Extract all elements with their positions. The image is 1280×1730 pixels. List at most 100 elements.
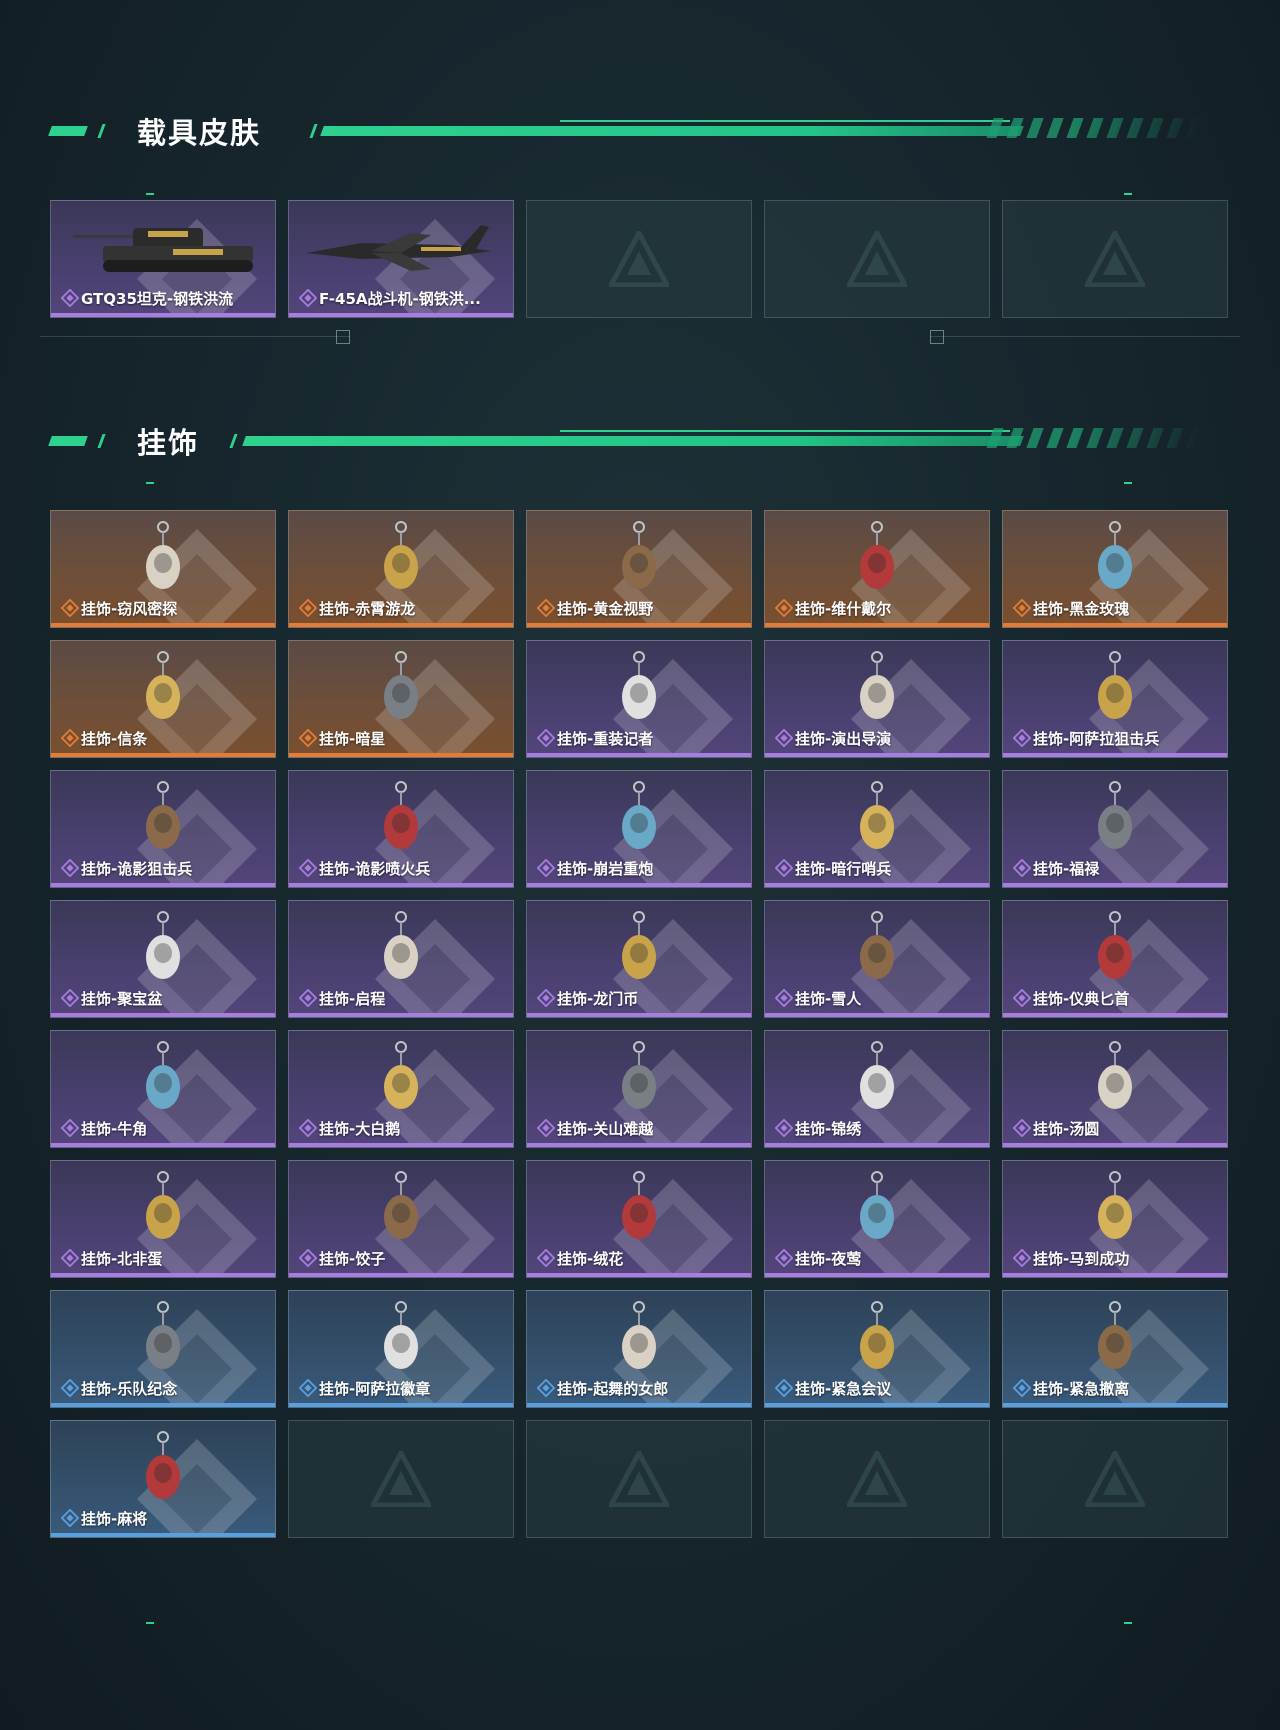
rarity-diamond-icon [1013, 1379, 1031, 1397]
rarity-diamond-icon [61, 599, 79, 617]
charm-image [622, 521, 656, 589]
item-name: 挂饰-阿萨拉徽章 [319, 1380, 431, 1398]
charm-image [1098, 781, 1132, 849]
rarity-bar [289, 883, 513, 887]
header-checker-pattern [986, 428, 1204, 448]
charm-image [146, 651, 180, 719]
charm-card[interactable]: 挂饰-维什戴尔 [764, 510, 990, 628]
page: { "sections": { "vehicle_skins": { "titl… [0, 0, 1280, 1730]
rarity-diamond-icon [1013, 599, 1031, 617]
charm-card[interactable]: 挂饰-暗行哨兵 [764, 770, 990, 888]
item-name: 挂饰-关山难越 [557, 1120, 654, 1138]
rarity-bar [289, 1013, 513, 1017]
vehicle-skin-card[interactable]: F-45A战斗机-钢铁洪... [288, 200, 514, 318]
charm-card[interactable]: 挂饰-启程 [288, 900, 514, 1018]
charm-card[interactable]: 挂饰-马到成功 [1002, 1160, 1228, 1278]
header-accent [48, 436, 88, 446]
charm-card[interactable]: 挂饰-黑金玫瑰 [1002, 510, 1228, 628]
rarity-diamond-icon [299, 859, 317, 877]
charm-card[interactable]: 挂饰-北非蛋 [50, 1160, 276, 1278]
charm-card[interactable]: 挂饰-阿萨拉狙击兵 [1002, 640, 1228, 758]
charm-card[interactable]: 挂饰-雪人 [764, 900, 990, 1018]
item-name: 挂饰-北非蛋 [81, 1250, 163, 1268]
rarity-bar [765, 1403, 989, 1407]
divider-line-right [930, 336, 1240, 337]
header-bar [320, 126, 1024, 136]
item-name: 挂饰-启程 [319, 990, 386, 1008]
corner-tick [146, 482, 154, 484]
empty-slot [1002, 200, 1228, 318]
item-name: 挂饰-饺子 [319, 1250, 386, 1268]
charm-card[interactable]: 挂饰-汤圆 [1002, 1030, 1228, 1148]
rarity-bar [765, 1013, 989, 1017]
corner-tick [146, 193, 154, 195]
charm-card[interactable]: 挂饰-黄金视野 [526, 510, 752, 628]
section-title: 载具皮肤 [137, 116, 262, 150]
charm-card[interactable]: 挂饰-演出导演 [764, 640, 990, 758]
charm-card[interactable]: 挂饰-崩岩重炮 [526, 770, 752, 888]
rarity-bar [1003, 1273, 1227, 1277]
charm-card[interactable]: 挂饰-诡影喷火兵 [288, 770, 514, 888]
charm-card[interactable]: 挂饰-阿萨拉徽章 [288, 1290, 514, 1408]
rarity-diamond-icon [1013, 1119, 1031, 1137]
item-name: 挂饰-锦绣 [795, 1120, 862, 1138]
charm-image [860, 1171, 894, 1239]
rarity-bar [51, 883, 275, 887]
charm-card[interactable]: 挂饰-乐队纪念 [50, 1290, 276, 1408]
charm-card[interactable]: 挂饰-绒花 [526, 1160, 752, 1278]
charm-image [622, 1301, 656, 1369]
placeholder-logo-icon [847, 231, 907, 287]
charm-card[interactable]: 挂饰-信条 [50, 640, 276, 758]
charm-card[interactable]: 挂饰-大白鹅 [288, 1030, 514, 1148]
rarity-diamond-icon [299, 599, 317, 617]
charm-card[interactable]: 挂饰-暗星 [288, 640, 514, 758]
charm-card[interactable]: 挂饰-龙门币 [526, 900, 752, 1018]
charm-card[interactable]: 挂饰-赤霄游龙 [288, 510, 514, 628]
rarity-bar [289, 623, 513, 627]
rarity-bar [765, 753, 989, 757]
charm-image [622, 1041, 656, 1109]
item-name: 挂饰-汤圆 [1033, 1120, 1100, 1138]
charm-image [1098, 651, 1132, 719]
rarity-diamond-icon [299, 989, 317, 1007]
charm-card[interactable]: 挂饰-窃风密探 [50, 510, 276, 628]
charm-card[interactable]: 挂饰-饺子 [288, 1160, 514, 1278]
charm-card[interactable]: 挂饰-仪典匕首 [1002, 900, 1228, 1018]
charm-card[interactable]: 挂饰-牛角 [50, 1030, 276, 1148]
charm-image [1098, 1171, 1132, 1239]
item-name: 挂饰-麻将 [81, 1510, 148, 1528]
placeholder-logo-icon [609, 231, 669, 287]
rarity-diamond-icon [537, 859, 555, 877]
charm-image [384, 911, 418, 979]
placeholder-logo-icon [371, 1451, 431, 1507]
charm-card[interactable]: 挂饰-麻将 [50, 1420, 276, 1538]
charm-card[interactable]: 挂饰-紧急会议 [764, 1290, 990, 1408]
charm-image [860, 651, 894, 719]
charm-card[interactable]: 挂饰-紧急撤离 [1002, 1290, 1228, 1408]
item-name: GTQ35坦克-钢铁洪流 [81, 290, 234, 308]
rarity-diamond-icon [1013, 989, 1031, 1007]
item-name: 挂饰-维什戴尔 [795, 600, 892, 618]
charm-card[interactable]: 挂饰-锦绣 [764, 1030, 990, 1148]
charm-card[interactable]: 挂饰-聚宝盆 [50, 900, 276, 1018]
charm-card[interactable]: 挂饰-关山难越 [526, 1030, 752, 1148]
vehicle-skin-card[interactable]: GTQ35坦克-钢铁洪流 [50, 200, 276, 318]
placeholder-logo-icon [1085, 231, 1145, 287]
rarity-diamond-icon [537, 1379, 555, 1397]
charm-image [146, 521, 180, 589]
charm-card[interactable]: 挂饰-重装记者 [526, 640, 752, 758]
charm-card[interactable]: 挂饰-起舞的女郎 [526, 1290, 752, 1408]
charm-image [860, 911, 894, 979]
header-bar [242, 436, 1024, 446]
header-checker-pattern [986, 118, 1204, 138]
rarity-diamond-icon [775, 599, 793, 617]
rarity-diamond-icon [61, 1249, 79, 1267]
charm-image [384, 521, 418, 589]
rarity-bar [289, 313, 513, 317]
charm-card[interactable]: 挂饰-诡影狙击兵 [50, 770, 276, 888]
rarity-diamond-icon [61, 1379, 79, 1397]
charm-card[interactable]: 挂饰-夜莺 [764, 1160, 990, 1278]
section-header-charms: 挂饰 [0, 410, 1280, 470]
charm-card[interactable]: 挂饰-福禄 [1002, 770, 1228, 888]
charm-image [146, 781, 180, 849]
